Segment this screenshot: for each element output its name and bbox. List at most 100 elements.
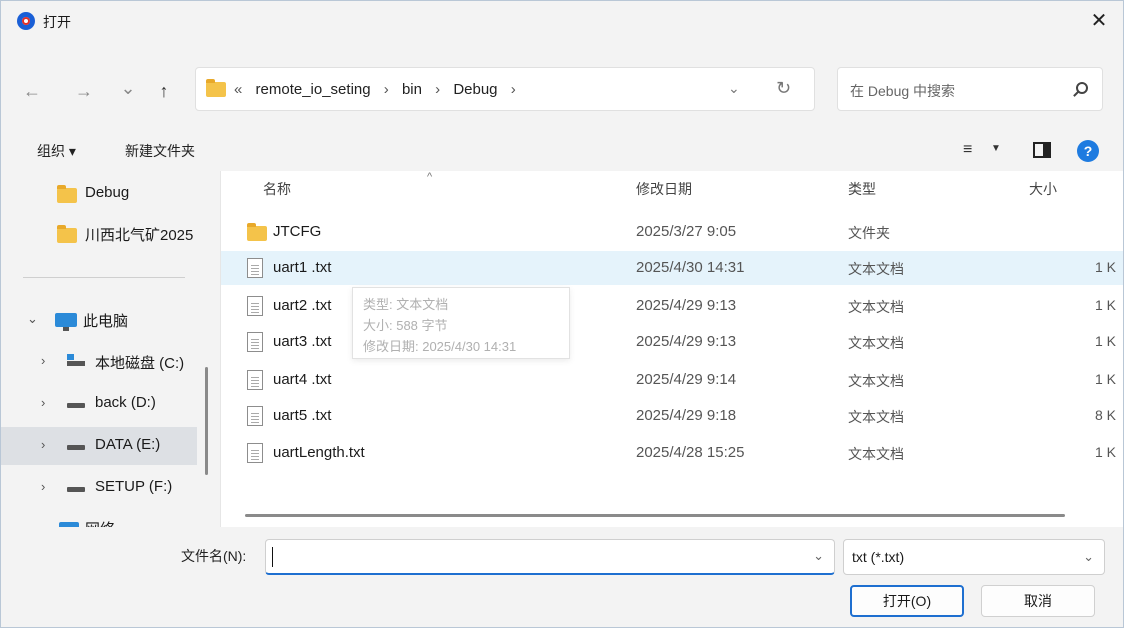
file-name: uart5 .txt (273, 407, 332, 424)
cancel-button[interactable]: 取消 (981, 585, 1095, 617)
file-row[interactable]: uart1 .txt 2025/4/30 14:31 文本文档 1 K (221, 251, 1123, 285)
search-icon[interactable] (1076, 82, 1088, 94)
open-button[interactable]: 打开(O) (850, 585, 964, 617)
address-dropdown-button[interactable]: ⌄ (728, 80, 740, 97)
file-type: 文本文档 (848, 409, 904, 425)
chevron-down-icon[interactable]: ⌄ (27, 311, 38, 327)
file-date: 2025/4/30 14:31 (636, 259, 745, 276)
refresh-button[interactable]: ↻ (776, 78, 791, 99)
close-button[interactable]: ✕ (1087, 9, 1111, 33)
breadcrumb-overflow[interactable]: « (234, 81, 242, 98)
file-size: 1 K (1095, 259, 1117, 275)
open-file-dialog: 打开 ✕ ← → ⌄ ↑ « remote_io_seting › bin › … (0, 0, 1124, 628)
chevron-right-icon[interactable]: › (435, 81, 440, 98)
navigation-pane: Debug 川西北气矿2025 ⌄ 此电脑 › 本地磁盘 (C:) › back… (1, 171, 221, 527)
chevron-right-icon[interactable]: › (41, 353, 45, 368)
organize-button[interactable]: 组织 ▾ (37, 141, 76, 161)
text-file-icon (247, 370, 263, 390)
recent-locations-button[interactable]: ⌄ (117, 77, 139, 99)
file-type: 文本文档 (848, 261, 904, 277)
sidebar-scrollbar[interactable] (205, 367, 208, 475)
chevron-right-icon[interactable]: › (384, 81, 389, 98)
text-file-icon (247, 296, 263, 316)
up-button[interactable]: ↑ (153, 80, 175, 102)
column-header-name[interactable]: 名称 (263, 179, 291, 199)
file-list: 名称 ^ 修改日期 类型 大小 JTCFG 2025/3/27 9:05 文件夹… (221, 171, 1123, 527)
file-row[interactable]: uart4 .txt 2025/4/29 9:14 文本文档 1 K (221, 363, 1123, 397)
file-type: 文本文档 (848, 446, 904, 462)
drive-icon (67, 445, 85, 450)
sidebar-item-label: 本地磁盘 (C:) (95, 355, 185, 372)
file-name: uart2 .txt (273, 297, 332, 314)
file-size: 1 K (1095, 333, 1117, 349)
column-header-size[interactable]: 大小 (1029, 179, 1057, 199)
breadcrumb-item[interactable]: bin (402, 81, 422, 98)
new-folder-button[interactable]: 新建文件夹 (125, 141, 195, 161)
breadcrumb-item[interactable]: remote_io_seting (256, 81, 371, 98)
title-bar: 打开 ✕ (1, 1, 1123, 41)
filename-input[interactable]: ⌄ (265, 539, 835, 575)
sort-ascending-icon: ^ (427, 171, 433, 183)
column-header-date[interactable]: 修改日期 (636, 179, 692, 199)
chevron-right-icon[interactable]: › (41, 437, 45, 452)
divider (23, 277, 185, 278)
chevron-down-icon: ⌄ (1083, 549, 1094, 564)
breadcrumb-item[interactable]: Debug (453, 81, 497, 98)
chevron-right-icon[interactable]: › (41, 479, 45, 494)
help-icon[interactable]: ? (1077, 140, 1099, 162)
sidebar-item-drive-f[interactable]: › SETUP (F:) (1, 469, 197, 507)
file-info-tooltip: 类型: 文本文档 大小: 588 字节 修改日期: 2025/4/30 14:3… (352, 287, 570, 359)
sidebar-item-label: DATA (E:) (95, 436, 161, 453)
text-file-icon (247, 443, 263, 463)
file-type-filter-select[interactable]: txt (*.txt) ⌄ (843, 539, 1105, 575)
window-title: 打开 (43, 14, 71, 30)
search-input[interactable]: 在 Debug 中搜索 (837, 67, 1103, 111)
tooltip-size: 大小: 588 字节 (363, 318, 448, 333)
file-row[interactable]: JTCFG 2025/3/27 9:05 文件夹 (221, 215, 1123, 249)
sidebar-item-drive-d[interactable]: › back (D:) (1, 385, 197, 423)
file-date: 2025/4/29 9:13 (636, 297, 737, 314)
view-options-icon[interactable]: ≡ (963, 141, 972, 159)
horizontal-scrollbar[interactable] (245, 514, 1065, 517)
sidebar-item-this-pc[interactable]: ⌄ 此电脑 (1, 301, 197, 339)
preview-pane-icon[interactable] (1033, 142, 1051, 158)
drive-icon (67, 354, 85, 366)
file-row[interactable]: uartLength.txt 2025/4/28 15:25 文本文档 1 K (221, 436, 1123, 470)
file-date: 2025/4/28 15:25 (636, 444, 745, 461)
drive-icon (67, 403, 85, 408)
file-date: 2025/3/27 9:05 (636, 223, 737, 240)
sidebar-item-label: back (D:) (95, 394, 156, 411)
sidebar-item-label: Debug (85, 184, 130, 201)
file-name: JTCFG (273, 223, 322, 240)
text-caret (272, 547, 273, 567)
chevron-right-icon[interactable]: › (511, 81, 516, 98)
back-button[interactable]: ← (21, 80, 43, 102)
tooltip-type: 类型: 文本文档 (363, 297, 449, 312)
file-name: uart4 .txt (273, 371, 332, 388)
sidebar-item-drive-e[interactable]: › DATA (E:) (1, 427, 197, 465)
file-type: 文件夹 (848, 225, 890, 241)
sidebar-item-label: 网络 (85, 518, 115, 527)
filter-value: txt (*.txt) (852, 549, 905, 565)
sidebar-item-network[interactable]: 网络 (1, 509, 197, 527)
chevron-down-icon[interactable]: ⌄ (813, 548, 824, 564)
file-row[interactable]: uart5 .txt 2025/4/29 9:18 文本文档 8 K (221, 399, 1123, 433)
sidebar-item-label: 川西北气矿2025 (85, 227, 194, 244)
sidebar-item-label: SETUP (F:) (95, 478, 173, 495)
column-header-type[interactable]: 类型 (848, 179, 876, 199)
filename-label: 文件名(N): (181, 548, 247, 564)
command-toolbar: 组织 ▾ 新建文件夹 ≡ ▼ ? (1, 129, 1123, 171)
view-dropdown-icon[interactable]: ▼ (991, 143, 1001, 154)
search-placeholder: 在 Debug 中搜索 (850, 83, 956, 99)
text-file-icon (247, 406, 263, 426)
sidebar-item-drive-c[interactable]: › 本地磁盘 (C:) (1, 343, 197, 381)
chevron-right-icon[interactable]: › (41, 395, 45, 410)
address-bar[interactable]: « remote_io_seting › bin › Debug › ⌄ ↻ (195, 67, 815, 111)
file-date: 2025/4/29 9:13 (636, 333, 737, 350)
folder-icon (57, 185, 77, 203)
sidebar-item-chuanxibei[interactable]: 川西北气矿2025 (1, 215, 197, 253)
folder-icon (247, 223, 267, 241)
sidebar-item-debug[interactable]: Debug (1, 175, 197, 213)
file-size: 1 K (1095, 297, 1117, 313)
forward-button[interactable]: → (73, 80, 95, 102)
